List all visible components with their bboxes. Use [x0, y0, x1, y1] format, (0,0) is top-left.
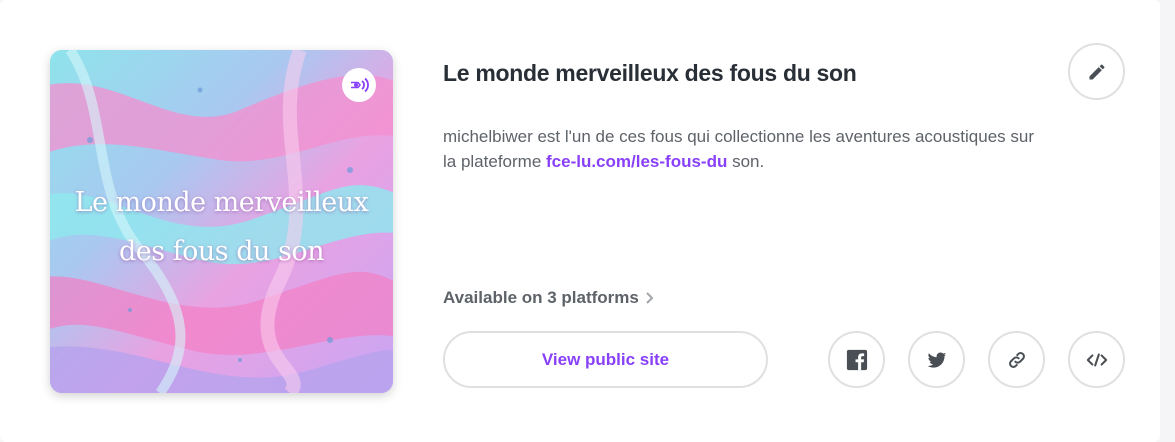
share-facebook-button[interactable] — [828, 331, 885, 388]
copy-link-button[interactable] — [988, 331, 1045, 388]
twitter-icon — [926, 352, 946, 368]
link-icon — [1008, 351, 1025, 368]
cover-title-text: Le monde merveilleux des fous du son — [74, 187, 369, 267]
embed-code-icon — [1086, 352, 1107, 367]
share-twitter-button[interactable] — [908, 331, 965, 388]
edit-button[interactable] — [1068, 43, 1125, 100]
view-public-site-button[interactable]: View public site — [443, 331, 768, 388]
embed-button[interactable] — [1068, 331, 1125, 388]
podcast-cover-art: Le monde merveilleux des fous du son — [50, 50, 393, 393]
pencil-icon — [1089, 63, 1105, 79]
platforms-label: Available on 3 platforms — [443, 288, 639, 307]
available-platforms-link[interactable]: Available on 3 platforms — [443, 288, 655, 308]
podcast-card: Le monde merveilleux des fous du son Le … — [0, 0, 1160, 442]
description-link[interactable]: fce-lu.com/les-fous-du — [546, 152, 727, 171]
anchor-podcast-icon — [342, 68, 376, 102]
podcast-description: michelbiwer est l'un de ces fous qui col… — [443, 124, 1043, 174]
facebook-icon — [846, 349, 867, 370]
chevron-right-icon — [646, 292, 654, 304]
description-text-end: son. — [727, 152, 765, 171]
podcast-title: Le monde merveilleux des fous du son — [443, 60, 857, 86]
